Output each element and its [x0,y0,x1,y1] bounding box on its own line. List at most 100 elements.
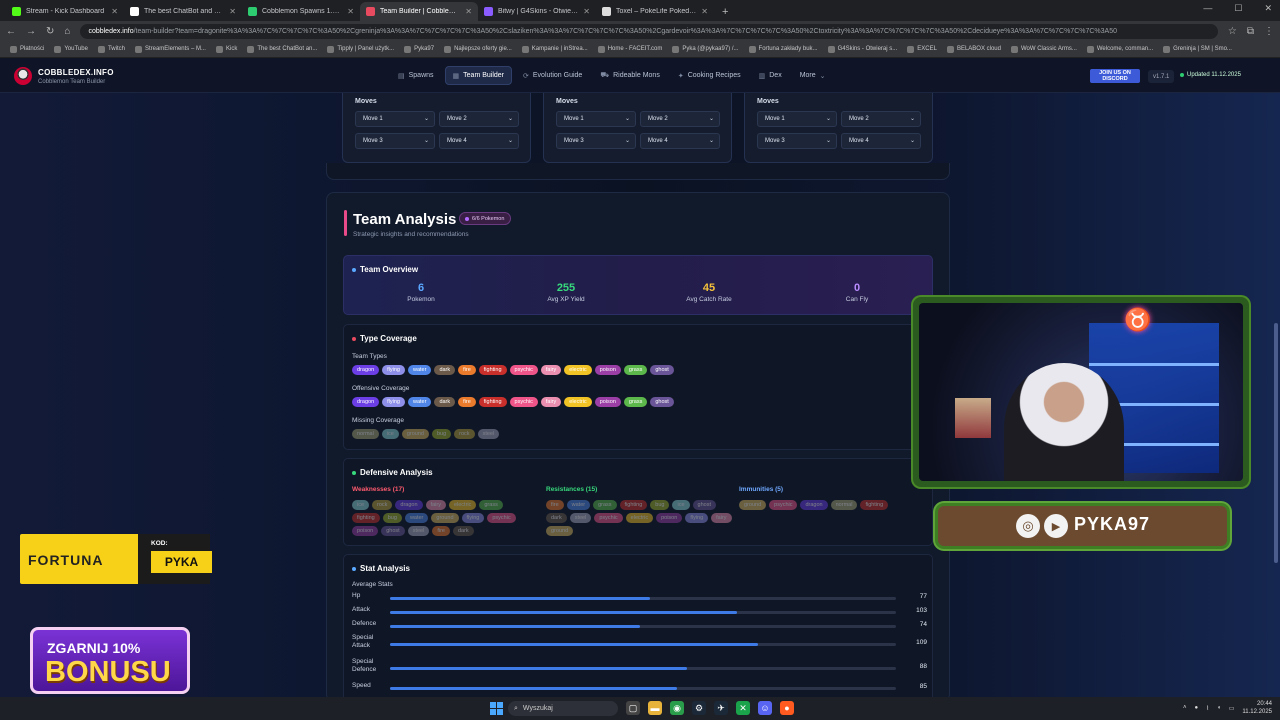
bookmark-item[interactable]: Najlepsze oferty gie... [444,45,512,53]
type-chip-dragon[interactable]: dragon [395,500,423,510]
browser-tab[interactable]: Toxel – PokeLife Pokedex ✕ [596,2,714,21]
type-chip-dark[interactable]: dark [546,513,567,523]
network-icon[interactable]: ⌇ [1206,705,1209,712]
type-chip-ghost[interactable]: ghost [650,397,674,407]
bookmark-item[interactable]: Tipply | Panel użytk... [327,45,394,53]
type-chip-fighting[interactable]: fighting [478,365,507,375]
type-chip-psychic[interactable]: psychic [594,513,623,523]
menu-icon[interactable]: ⋮ [1264,26,1274,37]
move-select-1[interactable]: Move 1 ⌄ [355,111,435,127]
type-chip-ice[interactable]: ice [672,500,690,510]
move-select-2[interactable]: Move 2 ⌄ [439,111,519,127]
firefox-icon[interactable]: ● [780,701,794,715]
minimize-icon[interactable]: — [1203,3,1212,14]
volume-icon[interactable]: ◖ [1217,705,1221,711]
type-chip-water[interactable]: water [407,397,432,407]
url-input[interactable]: cobbledex.info /team-builder?team=dragon… [80,23,1218,39]
extensions-icon[interactable]: ⧉ [1247,26,1254,37]
type-chip-psychic[interactable]: psychic [487,513,516,523]
move-select-3[interactable]: Move 3 ⌄ [757,133,837,149]
bookmark-item[interactable]: G4Skins - Otwieraj s... [827,45,897,53]
discord-button[interactable]: JOIN US ON DISCORD [1090,69,1140,83]
chrome-icon[interactable]: ◉ [670,701,684,715]
start-icon[interactable] [490,702,503,715]
type-chip-psychic[interactable]: psychic [509,365,538,375]
bookmark-item[interactable]: The best ChatBot an... [247,45,317,53]
type-chip-psychic[interactable]: psychic [769,500,798,510]
move-select-1[interactable]: Move 1 ⌄ [757,111,837,127]
bookmark-item[interactable]: EXCEL [907,45,937,53]
type-chip-steel[interactable]: steel [569,513,592,523]
tab-close-icon[interactable]: ✕ [347,7,354,16]
nav-evolution-guide[interactable]: ⟳ Evolution Guide [516,66,589,85]
bookmark-item[interactable]: Greninja | SM | Smo... [1163,45,1232,53]
move-select-1[interactable]: Move 1 ⌄ [556,111,636,127]
bookmark-item[interactable]: Welcome, comman... [1086,45,1153,53]
type-chip-fighting[interactable]: fighting [619,500,648,510]
type-chip-ghost[interactable]: ghost [650,365,674,375]
nav-dex[interactable]: ▥ Dex [752,66,789,85]
nav-team-builder[interactable]: ▦ Team Builder [444,66,513,85]
bookmark-item[interactable]: YouTube [54,45,88,53]
type-chip-ground[interactable]: ground [401,429,429,439]
back-icon[interactable]: ← [6,26,16,37]
move-select-4[interactable]: Move 4 ⌄ [439,133,519,149]
task-view-icon[interactable]: ▢ [626,701,640,715]
type-chip-dark[interactable]: dark [434,365,456,375]
tray-expand-icon[interactable]: ˄ [1183,705,1187,711]
type-chip-ice[interactable]: ice [381,429,399,439]
type-chip-fairy[interactable]: fairy [711,513,732,523]
tab-close-icon[interactable]: ✕ [229,7,236,16]
type-chip-bug[interactable]: bug [650,500,670,510]
browser-tab[interactable]: Cobblemon Spawns 1.5.2 - Arti ✕ [242,2,360,21]
move-select-3[interactable]: Move 3 ⌄ [355,133,435,149]
type-chip-fairy[interactable]: fairy [425,500,446,510]
reload-icon[interactable]: ↻ [46,26,54,37]
file-explorer-icon[interactable]: ▬ [648,701,662,715]
type-chip-steel[interactable]: steel [477,429,500,439]
nav-spawns[interactable]: ▤ Spawns [391,66,441,85]
bookmark-item[interactable]: Fortuna zakłady buk... [748,45,818,53]
nav-cooking-recipes[interactable]: ✦ Cooking Recipes [671,66,748,85]
clock[interactable]: 20:44 11.12.2025 [1242,700,1272,716]
bookmark-item[interactable]: Kampanie | inStrea... [521,45,588,53]
type-chip-flying[interactable]: flying [461,513,485,523]
type-chip-flying[interactable]: flying [382,397,405,407]
bookmark-item[interactable]: Pyka97 [404,45,434,53]
type-chip-water[interactable]: water [566,500,591,510]
type-chip-bug[interactable]: bug [382,513,402,523]
type-chip-normal[interactable]: normal [352,429,379,439]
tab-close-icon[interactable]: ✕ [111,7,118,16]
bookmark-item[interactable]: Twitch [97,45,125,53]
type-chip-fire[interactable]: fire [458,397,476,407]
move-select-2[interactable]: Move 2 ⌄ [841,111,921,127]
maximize-icon[interactable]: ☐ [1234,3,1242,14]
type-chip-fire[interactable]: fire [458,365,476,375]
bookmark-item[interactable]: Pyka (@pykaa97) /... [672,45,739,53]
type-chip-bug[interactable]: bug [431,429,452,439]
type-chip-water[interactable]: water [407,365,432,375]
browser-tab[interactable]: The best ChatBot and Widg ✕ [124,2,242,21]
bookmark-item[interactable]: BELABOX cloud [946,45,1001,53]
type-chip-fighting[interactable]: fighting [478,397,507,407]
site-logo-icon[interactable] [14,67,32,85]
browser-tab[interactable]: Bitwy | G4Skins - Otwieraj skrz ✕ [478,2,596,21]
type-chip-poison[interactable]: poison [656,513,683,523]
nav-rideable-mons[interactable]: ⛟ Rideable Mons [593,66,667,85]
type-chip-electric[interactable]: electric [564,397,592,407]
type-chip-grass[interactable]: grass [479,500,503,510]
type-chip-electric[interactable]: electric [448,500,477,510]
steam-icon[interactable]: ⚙ [692,701,706,715]
browser-tab[interactable]: Stream - Kick Dashboard ✕ [6,2,124,21]
type-chip-ground[interactable]: ground [739,500,767,510]
close-window-icon[interactable]: ✕ [1264,3,1272,14]
type-chip-ground[interactable]: ground [431,513,459,523]
type-chip-grass[interactable]: grass [623,397,648,407]
type-chip-normal[interactable]: normal [830,500,858,510]
type-chip-electric[interactable]: electric [564,365,592,375]
bookmark-item[interactable]: StreamElements – M... [134,45,206,53]
tab-close-icon[interactable]: ✕ [465,7,472,16]
type-chip-grass[interactable]: grass [623,365,648,375]
new-tab-icon[interactable]: + [714,6,736,21]
bookmark-item[interactable]: Płatności [10,45,44,53]
